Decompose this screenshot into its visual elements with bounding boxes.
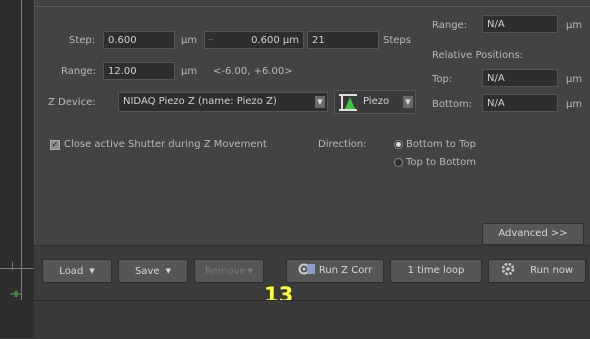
piezo-select[interactable]: Piezo ▼ xyxy=(334,90,416,114)
save-button[interactable]: Save ▼ xyxy=(118,259,188,283)
relative-positions-label: Relative Positions: xyxy=(432,50,524,61)
zdevice-select[interactable]: NIDAQ Piezo Z (name: Piezo Z) ▼ xyxy=(118,92,328,112)
left-strip: ⊣⊢ xyxy=(0,0,34,338)
load-button-label: Load xyxy=(59,266,84,277)
run-now-label: Run now xyxy=(530,265,574,276)
top-value: N/A xyxy=(482,69,558,87)
remove-button[interactable]: Remove ▼ xyxy=(194,259,264,283)
bottom-unit: µm xyxy=(566,99,583,110)
right-range-unit: µm xyxy=(566,20,583,31)
bottom-bar xyxy=(34,300,590,339)
dir-bottom-to-top-radio[interactable] xyxy=(394,140,403,149)
advanced-button[interactable]: Advanced >> xyxy=(482,223,584,245)
close-shutter-checkbox[interactable]: ✓ xyxy=(50,140,60,150)
dir-top-to-bottom-label: Top to Bottom xyxy=(406,157,476,168)
time-loop-button[interactable]: 1 time loop xyxy=(390,259,482,283)
zdevice-label: Z Device: xyxy=(48,97,96,108)
run-z-corr-button[interactable]: Run Z Corr xyxy=(286,259,384,283)
piezo-select-value: Piezo xyxy=(363,96,390,107)
load-button[interactable]: Load ▼ xyxy=(42,259,112,283)
top-unit: µm xyxy=(566,74,583,85)
close-shutter-label: Close active Shutter during Z Movement xyxy=(64,139,267,150)
dir-bottom-to-top-label: Bottom to Top xyxy=(406,139,476,150)
range-bounds: <-6.00, +6.00> xyxy=(213,66,293,77)
step-count-input[interactable]: 21 xyxy=(307,31,379,49)
chevron-down-icon: ▼ xyxy=(403,96,413,108)
top-label: Top: xyxy=(432,74,453,85)
panel-divider xyxy=(34,6,590,7)
chevron-down-icon: ▼ xyxy=(247,267,253,275)
step-label: Step: xyxy=(69,35,96,46)
range-unit: µm xyxy=(181,66,198,77)
run-gear-icon xyxy=(501,262,517,276)
range-label: Range: xyxy=(61,66,97,77)
timeline-marker-icon: ⊣⊢ xyxy=(10,289,23,300)
spin-arrows-icon[interactable]: ‒ xyxy=(208,36,216,44)
zdevice-select-value: NIDAQ Piezo Z (name: Piezo Z) xyxy=(123,96,277,107)
remove-button-label: Remove xyxy=(205,266,246,277)
bottom-value: N/A xyxy=(482,94,558,112)
step-spinbox-value: 0.600 µm xyxy=(251,35,299,46)
run-now-button[interactable]: Run now xyxy=(488,259,586,283)
time-loop-label: 1 time loop xyxy=(407,265,465,276)
piezo-device-icon xyxy=(339,94,357,111)
run-z-corr-label: Run Z Corr xyxy=(318,265,373,276)
chevron-down-icon: ▼ xyxy=(315,96,325,108)
dir-top-to-bottom-radio[interactable] xyxy=(394,158,403,167)
range-input[interactable]: 12.00 xyxy=(103,62,175,80)
step-spinbox[interactable]: 0.600 µm xyxy=(204,31,304,49)
right-range-label: Range: xyxy=(432,20,468,31)
step-input[interactable]: 0.600 xyxy=(103,31,175,49)
chevron-down-icon: ▼ xyxy=(89,267,95,275)
steps-label: Steps xyxy=(383,35,411,46)
right-range-value: N/A xyxy=(482,15,558,33)
chevron-down-icon: ▼ xyxy=(165,267,171,275)
bottom-label: Bottom: xyxy=(432,99,473,110)
save-button-label: Save xyxy=(135,266,160,277)
direction-label: Direction: xyxy=(318,139,367,150)
action-bar: Load ▼ Save ▼ Remove ▼ Run Z Corr 1 time lo… xyxy=(34,245,590,300)
z-correction-icon xyxy=(298,262,316,276)
step-unit: µm xyxy=(181,35,198,46)
